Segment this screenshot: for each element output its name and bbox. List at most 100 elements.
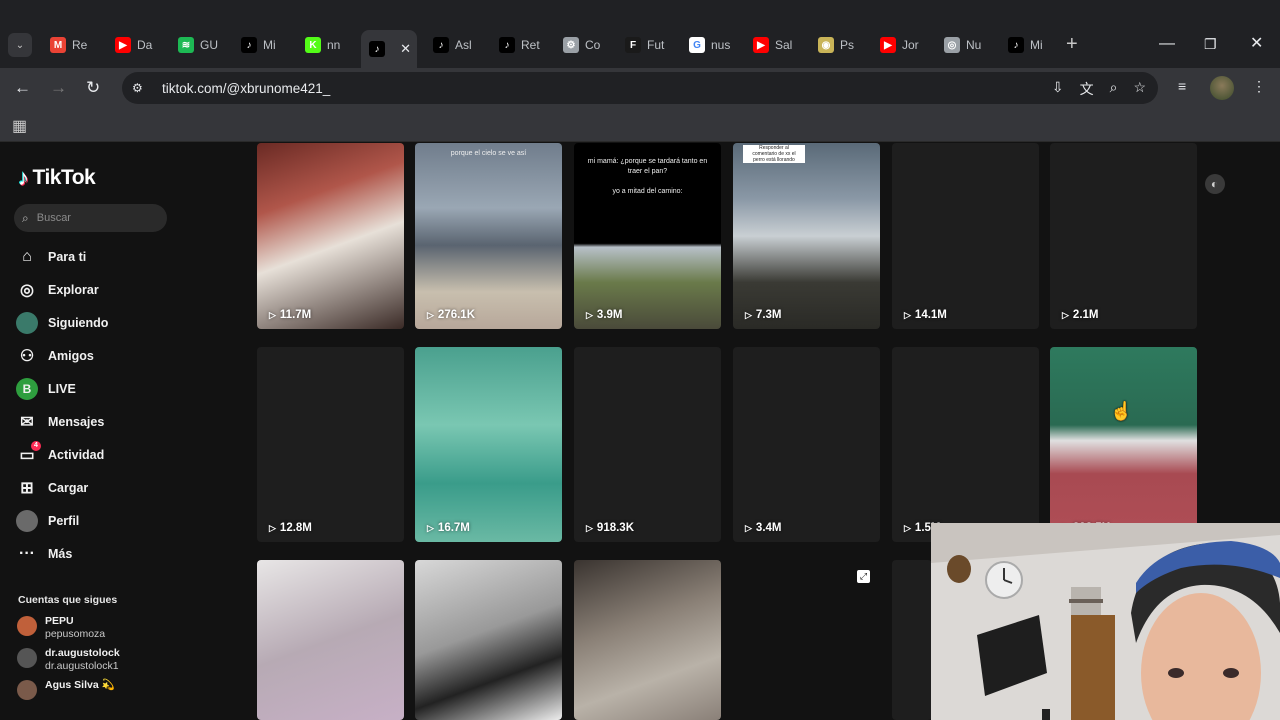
sidebar-item-explorar[interactable]: ◎ Explorar — [16, 273, 108, 306]
sidebar-item-m-s[interactable]: ··· Más — [16, 537, 108, 570]
messages-icon: ✉ — [20, 413, 34, 431]
view-count: ▷ 276.1K — [427, 309, 475, 321]
activity-icon: ▭ 4 — [16, 440, 41, 466]
tab-title: Ret — [521, 38, 540, 52]
reload-icon[interactable]: ↻ — [86, 76, 100, 100]
home-icon: ⌂ — [22, 247, 32, 265]
browser-tab[interactable]: ≋ GU — [170, 30, 232, 60]
sidebar-item-label: LIVE — [48, 381, 76, 396]
view-count-text: 918.3K — [596, 522, 635, 534]
minimize-icon[interactable]: — — [1159, 34, 1175, 54]
sidebar-item-label: Siguiendo — [48, 315, 109, 330]
following-account[interactable]: Agus Silva 💫 — [17, 679, 120, 700]
install-app-icon[interactable]: ⇩ — [1052, 79, 1064, 99]
video-thumbnail[interactable]: Responder al comentario de xx el perro e… — [733, 143, 880, 329]
tiktok-icon: ♪ — [369, 41, 385, 57]
play-icon: ▷ — [1062, 309, 1069, 320]
browser-tab[interactable]: ♪ Ret — [491, 30, 553, 60]
sidebar-item-cargar[interactable]: ⊞ Cargar — [16, 471, 108, 504]
video-thumbnail[interactable] — [415, 560, 562, 720]
forward-icon[interactable]: → — [50, 76, 67, 100]
following-account[interactable]: dr.augustolock dr.augustolock1 — [17, 647, 120, 673]
video-thumbnail[interactable]: ▷ 1.5M — [892, 347, 1039, 542]
browser-menu-icon[interactable]: ⋮ — [1252, 78, 1266, 95]
sidebar-item-live[interactable]: B LIVE — [16, 372, 108, 405]
video-thumbnail[interactable]: ▷898.5K — [1050, 347, 1197, 542]
following-avatar-icon — [16, 311, 38, 334]
video-thumbnail[interactable]: ▷ 16.7M — [415, 347, 562, 542]
video-thumbnail[interactable]: ▷ 918.3K — [574, 347, 721, 542]
user-avatar[interactable]: ◐ — [1204, 174, 1225, 194]
video-thumbnail[interactable]: mi mamá: ¿porque se tardará tanto en tra… — [574, 143, 721, 329]
apps-grid-icon[interactable]: ▦ — [12, 116, 27, 136]
browser-tab[interactable]: M Re — [42, 30, 104, 60]
play-icon: ▷ — [745, 522, 752, 533]
video-thumbnail[interactable]: porque el cielo se ve así ▷ 276.1K — [415, 143, 562, 329]
bookmark-star-icon[interactable]: ☆ — [1133, 79, 1146, 99]
video-thumbnail[interactable] — [892, 560, 932, 720]
browser-tab[interactable]: Gnus — [681, 30, 743, 60]
zoom-icon[interactable]: ⌕ — [1110, 79, 1118, 99]
sidebar-item-label: Más — [48, 546, 73, 561]
tiktok-note-icon: ♪ — [18, 165, 29, 190]
restore-icon[interactable]: ❐ — [1204, 34, 1217, 54]
browser-tab[interactable]: ◉ Ps — [810, 30, 872, 60]
back-icon[interactable]: ← — [14, 76, 31, 100]
tab-search-dropdown[interactable]: ⌄ — [8, 33, 32, 57]
view-count-text: 2.1M — [1072, 309, 1099, 321]
browser-tab[interactable]: ♪ Mi — [1000, 30, 1062, 60]
browser-tab[interactable]: Knn — [297, 30, 359, 60]
video-thumbnail[interactable]: ▷ 12.8M — [257, 347, 404, 542]
video-thumbnail[interactable]: ▷ 14.1M — [892, 143, 1039, 329]
browser-tab[interactable]: ▶ Sal — [745, 30, 807, 60]
sidebar-item-para-ti[interactable]: ⌂ Para ti — [16, 240, 108, 273]
browser-tab[interactable]: ♪ Mi — [233, 30, 295, 60]
view-count: ▷ 2.1M — [1062, 309, 1099, 321]
sidebar-item-label: Perfil — [48, 513, 80, 528]
expand-icon[interactable]: ⤢ — [857, 570, 870, 583]
youtube-icon: ▶ — [115, 37, 131, 53]
sidebar-item-label: Cargar — [48, 480, 89, 495]
browser-tab[interactable]: ◎ Nu — [936, 30, 998, 60]
video-thumbnail[interactable]: ▷ 11.7M — [257, 143, 404, 329]
following-account[interactable]: PEPU pepusomoza — [17, 615, 120, 641]
youtube-icon: ▶ — [880, 37, 896, 53]
media-control-icon[interactable]: ≡ — [1178, 78, 1186, 94]
close-window-icon[interactable]: ✕ — [1250, 34, 1263, 54]
sidebar-item-mensajes[interactable]: ✉ Mensajes — [16, 405, 108, 438]
browser-tab[interactable]: ♪ ✕ — [361, 30, 417, 68]
tab-title: Co — [585, 38, 601, 52]
sidebar-item-perfil[interactable]: Perfil — [16, 504, 108, 537]
browser-tab[interactable]: ⚙ Co — [555, 30, 617, 60]
browser-tab[interactable]: ▶ Da — [107, 30, 169, 60]
view-count-text: 3.4M — [755, 522, 782, 534]
play-icon: ▷ — [904, 522, 911, 533]
tab-title: Mi — [263, 38, 276, 52]
browser-tab[interactable]: F Fut — [617, 30, 679, 60]
tab-title: Asl — [455, 38, 472, 52]
site-info-icon[interactable]: ⚙ — [132, 81, 148, 95]
webcam-overlay — [931, 523, 1280, 720]
search-input[interactable]: ⌕ Buscar — [14, 204, 167, 232]
browser-tab[interactable]: ♪ Asl — [425, 30, 487, 60]
address-url[interactable]: tiktok.com/@xbrunome421_ — [162, 81, 330, 96]
video-thumbnail[interactable]: ▷ 3.4M — [733, 347, 880, 542]
video-thumbnail[interactable] — [257, 560, 404, 720]
sidebar-item-amigos[interactable]: ⚇ Amigos — [16, 339, 108, 372]
video-thumbnail[interactable] — [574, 560, 721, 720]
sidebar-item-label: Explorar — [48, 282, 99, 297]
play-icon: ▷ — [427, 309, 434, 320]
new-tab-button[interactable]: + — [1066, 34, 1078, 54]
tiktok-logo[interactable]: ♪ TikTok — [18, 165, 96, 191]
browser-tab[interactable]: ▶ Jor — [872, 30, 934, 60]
sidebar-item-label: Amigos — [48, 348, 94, 363]
close-tab-icon[interactable]: ✕ — [400, 41, 411, 57]
translate-icon[interactable]: 文 — [1080, 79, 1094, 99]
sidebar-item-actividad[interactable]: ▭ 4 Actividad — [16, 438, 108, 471]
sidebar-item-siguiendo[interactable]: Siguiendo — [16, 306, 108, 339]
video-thumbnail[interactable]: ▷ 2.1M — [1050, 143, 1197, 329]
following-handle: pepusomoza — [45, 628, 106, 640]
address-bar[interactable]: ⚙ tiktok.com/@xbrunome421_ ⇩ 文 ⌕ ☆ — [122, 72, 1158, 104]
search-placeholder: Buscar — [36, 212, 71, 224]
profile-avatar[interactable] — [1210, 76, 1234, 100]
